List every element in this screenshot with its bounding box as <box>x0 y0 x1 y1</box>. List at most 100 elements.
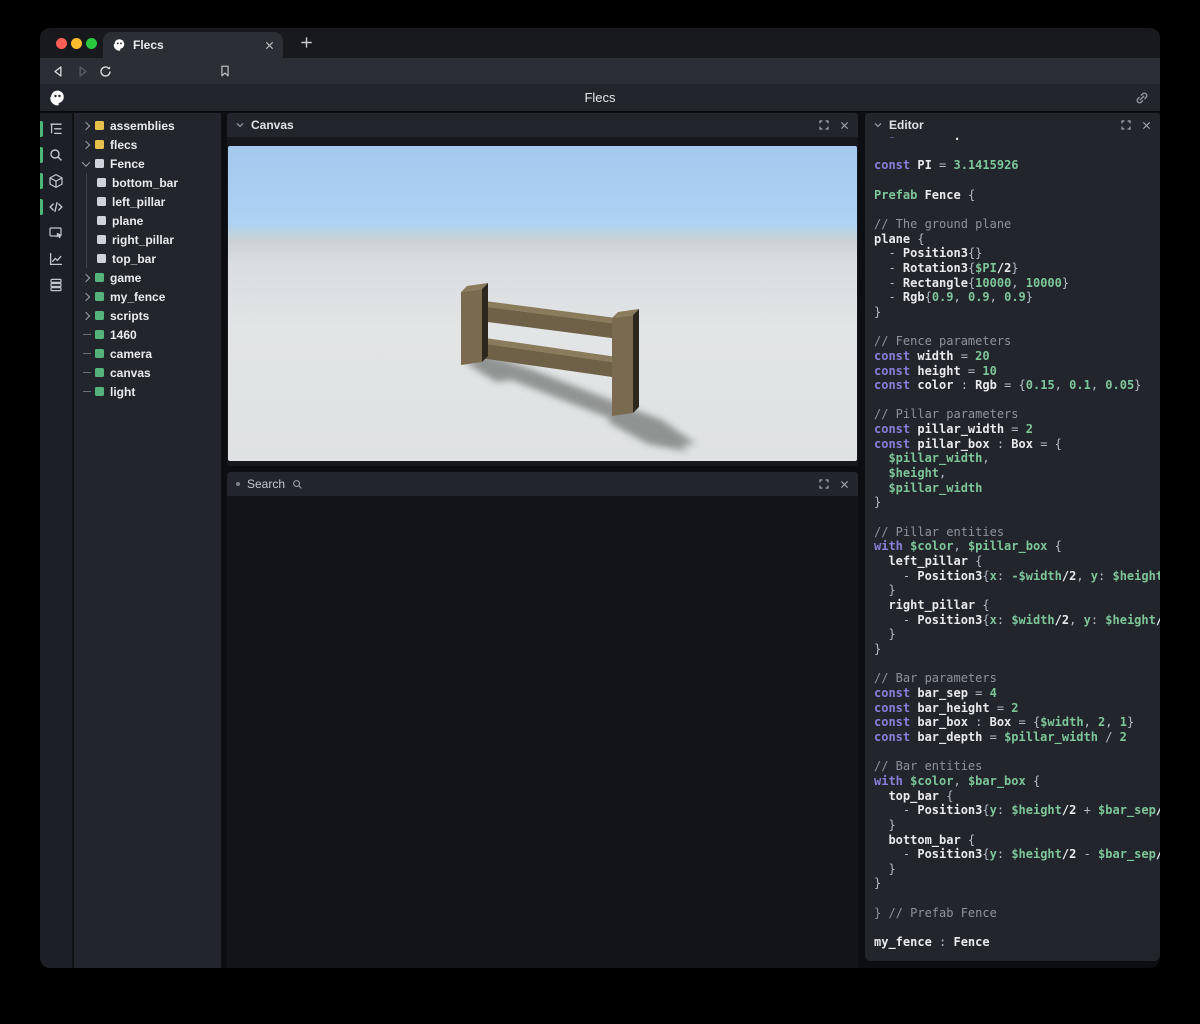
magnifier-icon <box>292 479 303 490</box>
close-icon[interactable] <box>1142 121 1151 130</box>
tree-item-light[interactable]: light <box>74 382 221 401</box>
tree-item-label: right_pillar <box>112 233 174 247</box>
code-line: const height = 10 <box>874 364 1160 379</box>
tree-expand-icon[interactable] <box>81 294 92 300</box>
close-icon[interactable] <box>840 480 849 489</box>
page-title: Flecs <box>40 84 1160 112</box>
fullscreen-icon[interactable] <box>819 120 829 130</box>
code-line: top_bar { <box>874 789 1160 804</box>
tree-item-bottom_bar[interactable]: bottom_bar <box>74 173 221 192</box>
tree-expand-icon[interactable] <box>81 142 92 148</box>
code-line <box>874 320 1160 335</box>
code-line <box>874 891 1160 906</box>
tree-item-label: canvas <box>110 366 151 380</box>
search-icon[interactable] <box>40 142 72 168</box>
back-icon[interactable] <box>50 63 66 79</box>
entity-square-icon <box>95 330 104 339</box>
code-line: } <box>874 862 1160 877</box>
entity-tree-icon[interactable] <box>40 116 72 142</box>
tree-item-label: assemblies <box>110 119 175 133</box>
code-line: - Position3{y: $height/2 + $bar_sep/2} <box>874 803 1160 818</box>
code-line: const bar_depth = $pillar_width / 2 <box>874 730 1160 745</box>
tree-item-label: my_fence <box>110 290 165 304</box>
stats-chart-icon[interactable] <box>40 246 72 272</box>
chevron-down-icon[interactable] <box>236 122 244 128</box>
entity-square-icon <box>95 349 104 358</box>
code-line: // Pillar entities <box>874 525 1160 540</box>
tree-item-flecs[interactable]: flecs <box>74 135 221 154</box>
entity-square-icon <box>95 387 104 396</box>
tree-expand-icon[interactable] <box>81 313 92 319</box>
code-line: my_fence : Fence <box>874 935 1160 950</box>
code-line: - Rotation3{$PI/2} <box>874 261 1160 276</box>
left-icon-strip <box>40 113 73 968</box>
code-line <box>874 202 1160 217</box>
tree-item-label: game <box>110 271 141 285</box>
tree-item-camera[interactable]: camera <box>74 344 221 363</box>
fullscreen-icon[interactable] <box>1121 120 1131 130</box>
3d-viewport[interactable] <box>228 146 857 461</box>
close-icon[interactable] <box>840 121 849 130</box>
tree-item-game[interactable]: game <box>74 268 221 287</box>
entity-square-icon <box>95 292 104 301</box>
tree-item-label: top_bar <box>112 252 156 266</box>
tree-item-label: flecs <box>110 138 137 152</box>
tree-item-scripts[interactable]: scripts <box>74 306 221 325</box>
code-line: $height, <box>874 466 1160 481</box>
code-line: - Position3{x: $width/2, y: $height/2} <box>874 613 1160 628</box>
window-zoom-button[interactable] <box>86 38 97 49</box>
screen: Flecs <box>0 0 1200 1024</box>
storage-icon[interactable] <box>40 272 72 298</box>
new-tab-button[interactable] <box>299 35 314 50</box>
fullscreen-icon[interactable] <box>819 479 829 489</box>
flecs-favicon <box>112 38 126 52</box>
tree-item-top_bar[interactable]: top_bar <box>74 249 221 268</box>
browser-tab[interactable]: Flecs <box>103 32 283 58</box>
tree-item-assemblies[interactable]: assemblies <box>74 116 221 135</box>
code-line: // Bar parameters <box>874 671 1160 686</box>
tab-title: Flecs <box>133 38 258 52</box>
code-line <box>874 920 1160 935</box>
scene-cube-icon[interactable] <box>40 168 72 194</box>
canvas-panel-title: Canvas <box>251 118 294 132</box>
bookmark-icon[interactable] <box>217 63 233 79</box>
code-editor[interactable]: - .const PI = 3.1415926Prefab Fence {// … <box>865 137 1160 961</box>
link-icon[interactable] <box>1134 90 1150 106</box>
code-line: $pillar_width <box>874 481 1160 496</box>
chevron-down-icon[interactable] <box>874 122 882 128</box>
window-close-button[interactable] <box>56 38 67 49</box>
entity-square-icon <box>97 254 106 263</box>
tree-expand-icon[interactable] <box>81 161 92 167</box>
code-icon[interactable] <box>40 194 72 220</box>
tab-strip: Flecs <box>40 28 1160 58</box>
collapsed-dot-icon[interactable] <box>236 482 240 486</box>
tree-item-left_pillar[interactable]: left_pillar <box>74 192 221 211</box>
tree-item-label: light <box>110 385 135 399</box>
code-line: } <box>874 583 1160 598</box>
code-line: bottom_bar { <box>874 833 1160 848</box>
tree-expand-icon[interactable] <box>81 275 92 281</box>
tree-item-canvas[interactable]: canvas <box>74 363 221 382</box>
code-line: // Pillar parameters <box>874 407 1160 422</box>
code-line: const PI = 3.1415926 <box>874 158 1160 173</box>
tree-leaf-dash <box>81 391 92 392</box>
inspect-icon[interactable] <box>40 220 72 246</box>
canvas-panel: Canvas <box>227 113 858 466</box>
reload-icon[interactable] <box>97 63 113 79</box>
tree-expand-icon[interactable] <box>81 123 92 129</box>
tree-item-right_pillar[interactable]: right_pillar <box>74 230 221 249</box>
tree-item-label: 1460 <box>110 328 137 342</box>
tree-item-plane[interactable]: plane <box>74 211 221 230</box>
tree-leaf-dash <box>81 334 92 335</box>
code-line: - Position3{x: -$width/2, y: $height/2} <box>874 569 1160 584</box>
forward-icon[interactable] <box>74 63 90 79</box>
tree-item-Fence[interactable]: Fence <box>74 154 221 173</box>
tree-item-my_fence[interactable]: my_fence <box>74 287 221 306</box>
code-line: - . <box>874 137 1160 144</box>
tree-item-1460[interactable]: 1460 <box>74 325 221 344</box>
entity-square-icon <box>95 140 104 149</box>
window-minimize-button[interactable] <box>71 38 82 49</box>
tab-close-icon[interactable] <box>265 41 274 50</box>
entity-square-icon <box>97 235 106 244</box>
tree-leaf-dash <box>81 372 92 373</box>
